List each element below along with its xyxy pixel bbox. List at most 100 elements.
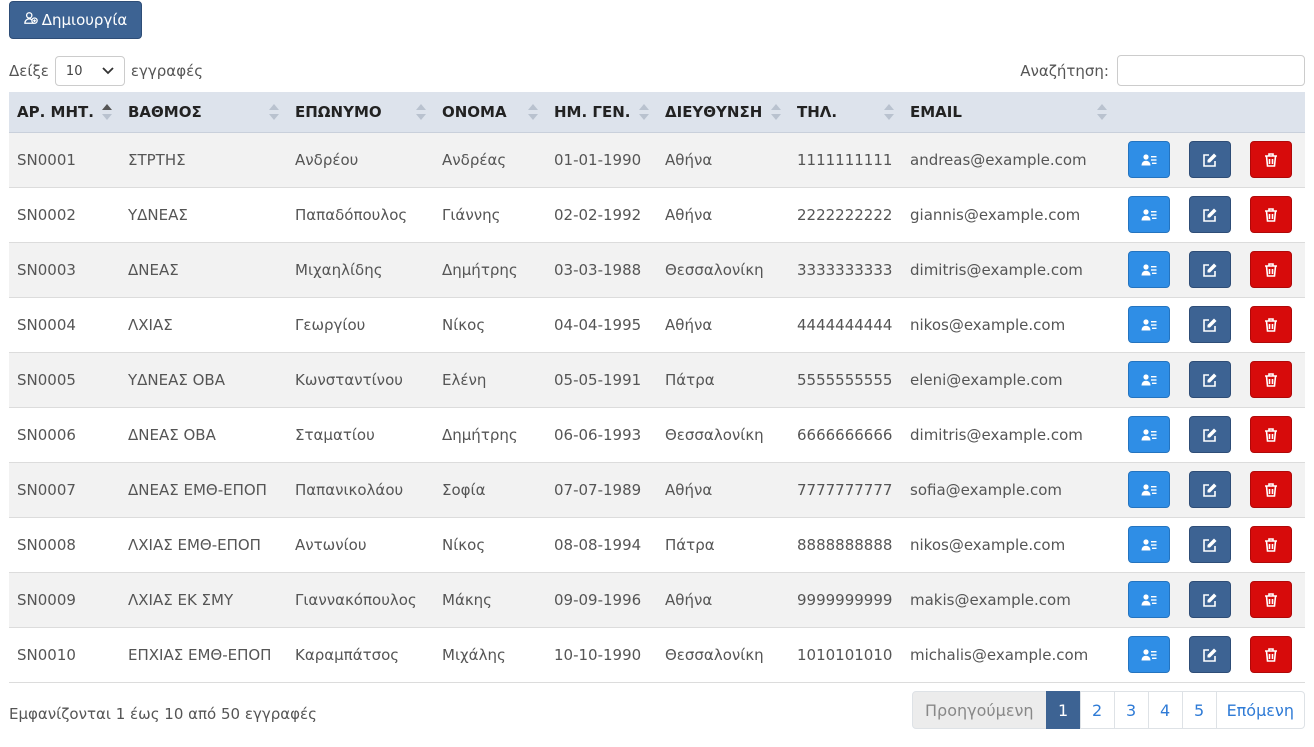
table-cell: dimitris@example.com bbox=[910, 260, 1083, 279]
view-button[interactable] bbox=[1128, 361, 1170, 398]
column-header[interactable]: ΗΜ. ΓΕΝ. bbox=[546, 92, 657, 133]
column-header[interactable]: ΟΝΟΜΑ bbox=[434, 92, 546, 133]
column-header-label: ΤΗΛ. bbox=[797, 102, 838, 121]
column-header[interactable]: ΑΡ. ΜΗΤ. bbox=[9, 92, 120, 133]
table-row: SN0001 ΣΤΡΤΗΣ Ανδρέου Ανδρέας 01-01-1990 Αθήν… bbox=[9, 132, 1305, 187]
edit-icon bbox=[1202, 372, 1218, 388]
table-cell: giannis@example.com bbox=[910, 205, 1081, 224]
table-cell: Αθήνα bbox=[665, 315, 713, 334]
view-button[interactable] bbox=[1128, 526, 1170, 563]
edit-button[interactable] bbox=[1189, 581, 1231, 618]
edit-button[interactable] bbox=[1189, 251, 1231, 288]
view-button[interactable] bbox=[1128, 306, 1170, 343]
row-actions bbox=[1115, 242, 1305, 297]
delete-button[interactable] bbox=[1250, 361, 1292, 398]
edit-button[interactable] bbox=[1189, 471, 1231, 508]
table-row: SN0002 ΥΔΝΕΑΣ Παπαδόπουλος Γιάννης 02-02-199… bbox=[9, 187, 1305, 242]
sort-icon bbox=[528, 104, 538, 120]
column-header[interactable]: EMAIL bbox=[902, 92, 1115, 133]
length-prefix: Δείξε bbox=[9, 62, 49, 80]
view-button[interactable] bbox=[1128, 416, 1170, 453]
table-cell: 4444444444 bbox=[797, 315, 893, 334]
actions-header bbox=[1115, 92, 1305, 133]
delete-button[interactable] bbox=[1250, 526, 1292, 563]
edit-button[interactable] bbox=[1189, 636, 1231, 673]
edit-button[interactable] bbox=[1189, 196, 1231, 233]
search-input[interactable] bbox=[1117, 55, 1305, 86]
table-cell: Νίκος bbox=[442, 535, 486, 554]
column-header[interactable]: ΤΗΛ. bbox=[789, 92, 902, 133]
edit-button[interactable] bbox=[1189, 141, 1231, 178]
user-details-icon bbox=[1141, 317, 1157, 333]
delete-button[interactable] bbox=[1250, 306, 1292, 343]
table-cell: 2222222222 bbox=[797, 205, 893, 224]
previous-page-button[interactable]: Προηγούμενη bbox=[912, 691, 1047, 729]
table-cell: 04-04-1995 bbox=[554, 315, 642, 334]
table-cell: Ανδρέου bbox=[295, 150, 359, 169]
sort-icon bbox=[1097, 104, 1107, 120]
view-button[interactable] bbox=[1128, 196, 1170, 233]
table-cell: Θεσσαλονίκη bbox=[665, 425, 764, 444]
table-cell: SN0009 bbox=[17, 590, 76, 609]
create-button[interactable]: Δημιουργία bbox=[9, 1, 142, 39]
edit-button[interactable] bbox=[1189, 526, 1231, 563]
delete-button[interactable] bbox=[1250, 416, 1292, 453]
page-length-select[interactable]: 10 bbox=[54, 56, 125, 86]
sort-icon bbox=[639, 104, 649, 120]
edit-button[interactable] bbox=[1189, 306, 1231, 343]
delete-button[interactable] bbox=[1250, 471, 1292, 508]
column-header[interactable]: ΒΑΘΜΟΣ bbox=[120, 92, 287, 133]
view-button[interactable] bbox=[1128, 581, 1170, 618]
view-button[interactable] bbox=[1128, 251, 1170, 288]
delete-button[interactable] bbox=[1250, 581, 1292, 618]
delete-button[interactable] bbox=[1250, 141, 1292, 178]
edit-button[interactable] bbox=[1189, 361, 1231, 398]
create-button-label: Δημιουργία bbox=[41, 11, 128, 29]
sort-icon bbox=[884, 104, 894, 120]
table-cell: ΔΝΕΑΣ bbox=[128, 260, 179, 279]
edit-button[interactable] bbox=[1189, 416, 1231, 453]
table-cell: dimitris@example.com bbox=[910, 425, 1083, 444]
view-button[interactable] bbox=[1128, 636, 1170, 673]
row-actions bbox=[1115, 572, 1305, 627]
delete-button[interactable] bbox=[1250, 636, 1292, 673]
page-button[interactable]: 3 bbox=[1113, 691, 1149, 729]
table-info: Εμφανίζονται 1 έως 10 από 50 εγγραφές bbox=[9, 705, 317, 723]
view-button[interactable] bbox=[1128, 141, 1170, 178]
table-cell: Γεωργίου bbox=[295, 315, 366, 334]
table-cell: 7777777777 bbox=[797, 480, 893, 499]
trash-icon bbox=[1263, 207, 1279, 223]
table-row: SN0003 ΔΝΕΑΣ Μιχαηλίδης Δημήτρης 03-03-1988 Θ… bbox=[9, 242, 1305, 297]
page-button[interactable]: 4 bbox=[1147, 691, 1183, 729]
edit-icon bbox=[1202, 262, 1218, 278]
column-header[interactable]: ΔΙΕΥΘΥΝΣΗ bbox=[657, 92, 789, 133]
table-cell: SN0004 bbox=[17, 315, 76, 334]
table-cell: 09-09-1996 bbox=[554, 590, 642, 609]
user-details-icon bbox=[1141, 537, 1157, 553]
pagination: Προηγούμενη 1 2 3 4 5 Επόμενη bbox=[912, 691, 1305, 729]
trash-icon bbox=[1263, 317, 1279, 333]
table-cell: Καραμπάτσος bbox=[295, 645, 400, 664]
table-cell: Θεσσαλονίκη bbox=[665, 645, 764, 664]
table-cell: Μιχάλης bbox=[442, 645, 506, 664]
search-control: Αναζήτηση: bbox=[1020, 55, 1305, 86]
table-cell: 5555555555 bbox=[797, 370, 893, 389]
table-cell: 9999999999 bbox=[797, 590, 893, 609]
page-button[interactable]: 2 bbox=[1079, 691, 1115, 729]
table-cell: 02-02-1992 bbox=[554, 205, 642, 224]
table-cell: Ελένη bbox=[442, 370, 487, 389]
table-cell: ΔΝΕΑΣ ΟΒΑ bbox=[128, 425, 216, 444]
user-details-icon bbox=[1141, 207, 1157, 223]
page-button[interactable]: 1 bbox=[1045, 691, 1081, 729]
table-cell: ΛΧΙΑΣ ΕΚ ΣΜΥ bbox=[128, 590, 234, 609]
row-actions bbox=[1115, 352, 1305, 407]
table-cell: SN0002 bbox=[17, 205, 76, 224]
view-button[interactable] bbox=[1128, 471, 1170, 508]
delete-button[interactable] bbox=[1250, 196, 1292, 233]
page-button[interactable]: 5 bbox=[1181, 691, 1217, 729]
delete-button[interactable] bbox=[1250, 251, 1292, 288]
column-header[interactable]: ΕΠΩΝΥΜΟ bbox=[287, 92, 434, 133]
trash-icon bbox=[1263, 262, 1279, 278]
next-page-button[interactable]: Επόμενη bbox=[1215, 691, 1305, 729]
column-header-label: EMAIL bbox=[910, 102, 962, 121]
